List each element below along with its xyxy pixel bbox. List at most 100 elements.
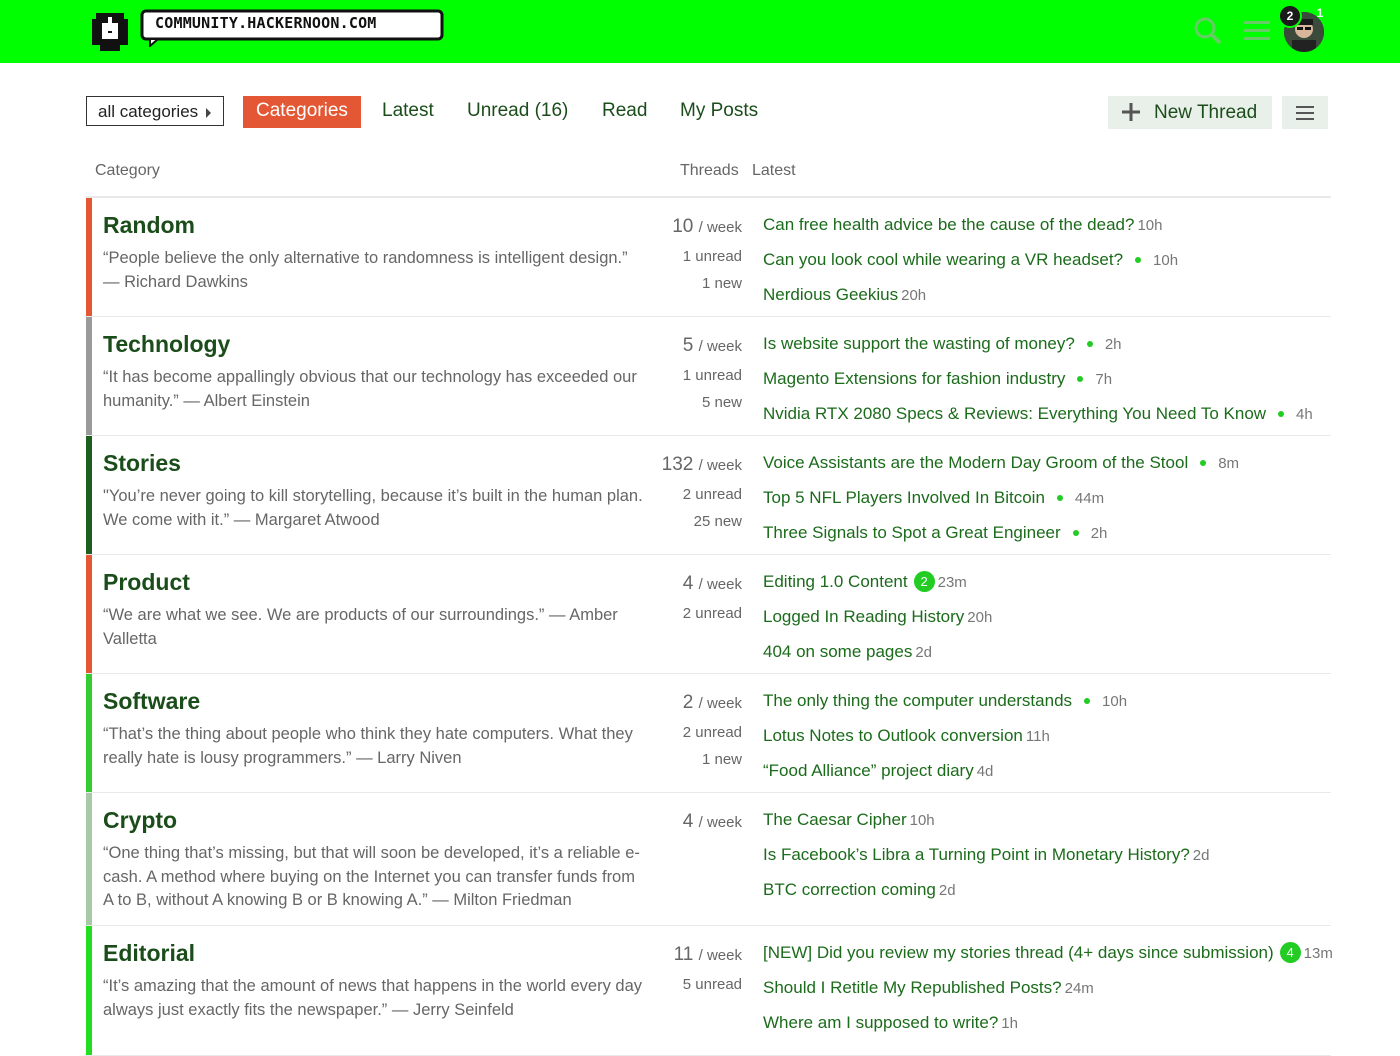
- topic-title-link[interactable]: Three Signals to Spot a Great Engineer: [763, 523, 1061, 542]
- category-name[interactable]: Editorial: [103, 940, 195, 967]
- topic-age[interactable]: 2d: [939, 882, 956, 899]
- column-header-latest[interactable]: Latest: [752, 162, 796, 180]
- topic-age[interactable]: 10h: [910, 812, 935, 829]
- unread-count[interactable]: 5 unread: [622, 971, 742, 998]
- notification-badge[interactable]: 1: [1312, 4, 1328, 22]
- category-stats: 2 / week 2 unread 1 new: [622, 692, 742, 773]
- new-topic-dot-icon: [1077, 375, 1084, 382]
- new-count[interactable]: 1 new: [622, 270, 742, 297]
- category-name[interactable]: Software: [103, 688, 200, 715]
- hamburger-menu-icon[interactable]: [1244, 18, 1270, 44]
- latest-topics: Voice Assistants are the Modern Day Groo…: [763, 449, 1333, 554]
- topic-title-link[interactable]: Top 5 NFL Players Involved In Bitcoin: [763, 488, 1045, 507]
- topic-age[interactable]: 20h: [967, 609, 992, 626]
- latest-topic-item: Editing 1.0 Content 2 23m: [763, 568, 1333, 603]
- unread-count[interactable]: 2 unread: [622, 600, 742, 627]
- topic-age[interactable]: 8m: [1218, 455, 1239, 472]
- category-row: Technology “It has become appallingly obv…: [86, 317, 1331, 436]
- topic-age[interactable]: 13m: [1304, 945, 1333, 962]
- topic-age[interactable]: 24m: [1065, 980, 1094, 997]
- topic-age[interactable]: 10h: [1153, 252, 1178, 269]
- category-name[interactable]: Technology: [103, 331, 230, 358]
- topic-age[interactable]: 1h: [1001, 1015, 1018, 1032]
- topic-title-link[interactable]: Lotus Notes to Outlook conversion: [763, 726, 1023, 745]
- topic-title-link[interactable]: Is Facebook’s Libra a Turning Point in M…: [763, 845, 1190, 864]
- latest-topics: The Caesar Cipher 10h Is Facebook’s Libra …: [763, 806, 1333, 911]
- category-name[interactable]: Crypto: [103, 807, 177, 834]
- private-message-badge[interactable]: 2: [1278, 4, 1302, 28]
- topic-age[interactable]: 23m: [938, 574, 967, 591]
- topic-age[interactable]: 2d: [915, 644, 932, 661]
- threads-count: 2: [682, 692, 694, 713]
- unread-count[interactable]: 2 unread: [622, 719, 742, 746]
- topic-title-link[interactable]: Is website support the wasting of money?: [763, 334, 1075, 353]
- hackernoon-logo-icon[interactable]: [88, 9, 132, 53]
- topic-title-link[interactable]: The only thing the computer understands: [763, 691, 1072, 710]
- category-name[interactable]: Product: [103, 569, 190, 596]
- topic-title-link[interactable]: Nerdious Geekius: [763, 285, 898, 304]
- topic-age[interactable]: 44m: [1075, 490, 1104, 507]
- unread-count[interactable]: 1 unread: [622, 362, 742, 389]
- topic-title-link[interactable]: Can you look cool while wearing a VR hea…: [763, 250, 1123, 269]
- topic-title-link[interactable]: Nvidia RTX 2080 Specs & Reviews: Everyth…: [763, 404, 1266, 423]
- latest-topic-item: [NEW] Did you review my stories thread (…: [763, 939, 1333, 974]
- category-name[interactable]: Random: [103, 212, 195, 239]
- column-header-category[interactable]: Category: [95, 162, 160, 180]
- threads-per-week: 4 / week: [622, 573, 742, 600]
- latest-topic-item: Is Facebook’s Libra a Turning Point in M…: [763, 841, 1333, 876]
- category-stats: 4 / week: [622, 811, 742, 838]
- tab-unread[interactable]: Unread (16): [467, 96, 568, 128]
- topic-age[interactable]: 4d: [977, 763, 994, 780]
- navigation-menu-button[interactable]: [1282, 96, 1328, 129]
- unread-count[interactable]: 2 unread: [622, 481, 742, 508]
- latest-topic-item: The only thing the computer understands 1…: [763, 687, 1333, 722]
- topic-title-link[interactable]: BTC correction coming: [763, 880, 936, 899]
- topic-age[interactable]: 2h: [1105, 336, 1122, 353]
- topic-title-link[interactable]: [NEW] Did you review my stories thread (…: [763, 943, 1274, 962]
- topic-title-link[interactable]: Editing 1.0 Content: [763, 572, 908, 591]
- navigation-bar: all categories Categories Latest Unread …: [86, 96, 1330, 130]
- topic-age[interactable]: 11h: [1026, 728, 1050, 745]
- tab-my-posts[interactable]: My Posts: [680, 96, 758, 128]
- latest-topic-item: Top 5 NFL Players Involved In Bitcoin 44m: [763, 484, 1333, 519]
- category-description: “We are what we see. We are products of …: [103, 606, 618, 648]
- column-header-threads[interactable]: Threads: [680, 162, 739, 180]
- new-topic-dot-icon: [1135, 256, 1142, 263]
- topic-title-link[interactable]: Logged In Reading History: [763, 607, 964, 626]
- unread-count[interactable]: 1 unread: [622, 243, 742, 270]
- topic-age[interactable]: 20h: [901, 287, 926, 304]
- latest-topic-item: Can you look cool while wearing a VR hea…: [763, 246, 1333, 281]
- search-icon[interactable]: [1193, 16, 1223, 46]
- tab-categories[interactable]: Categories: [243, 96, 361, 128]
- topic-title-link[interactable]: Should I Retitle My Republished Posts?: [763, 978, 1062, 997]
- new-count[interactable]: 1 new: [622, 746, 742, 773]
- topic-title-link[interactable]: The Caesar Cipher: [763, 810, 907, 829]
- topic-age[interactable]: 10h: [1137, 217, 1162, 234]
- topic-title-link[interactable]: “Food Alliance” project diary: [763, 761, 974, 780]
- category-stats: 5 / week 1 unread 5 new: [622, 335, 742, 416]
- topic-age[interactable]: 2h: [1091, 525, 1108, 542]
- new-count[interactable]: 5 new: [622, 389, 742, 416]
- topic-title-link[interactable]: Magento Extensions for fashion industry: [763, 369, 1065, 388]
- latest-topic-item: Nvidia RTX 2080 Specs & Reviews: Everyth…: [763, 400, 1333, 435]
- new-thread-button[interactable]: New Thread: [1108, 96, 1272, 129]
- topic-age[interactable]: 10h: [1102, 693, 1127, 710]
- category-color-bar: [86, 198, 92, 316]
- topic-title-link[interactable]: 404 on some pages: [763, 642, 912, 661]
- category-color-bar: [86, 793, 92, 925]
- category-name[interactable]: Stories: [103, 450, 181, 477]
- topic-title-link[interactable]: Voice Assistants are the Modern Day Groo…: [763, 453, 1188, 472]
- tab-read[interactable]: Read: [602, 96, 647, 128]
- new-count[interactable]: 25 new: [622, 508, 742, 535]
- tab-latest[interactable]: Latest: [382, 96, 434, 128]
- topic-title-link[interactable]: Can free health advice be the cause of t…: [763, 215, 1134, 234]
- threads-per-week: 4 / week: [622, 811, 742, 838]
- category-row: Random “People believe the only alternati…: [86, 198, 1331, 317]
- unread-posts-badge[interactable]: 2: [913, 571, 935, 592]
- unread-posts-badge[interactable]: 4: [1279, 942, 1301, 963]
- topic-age[interactable]: 2d: [1193, 847, 1210, 864]
- category-dropdown[interactable]: all categories: [86, 96, 224, 126]
- topic-age[interactable]: 7h: [1095, 371, 1112, 388]
- topic-age[interactable]: 4h: [1296, 406, 1313, 423]
- topic-title-link[interactable]: Where am I supposed to write?: [763, 1013, 998, 1032]
